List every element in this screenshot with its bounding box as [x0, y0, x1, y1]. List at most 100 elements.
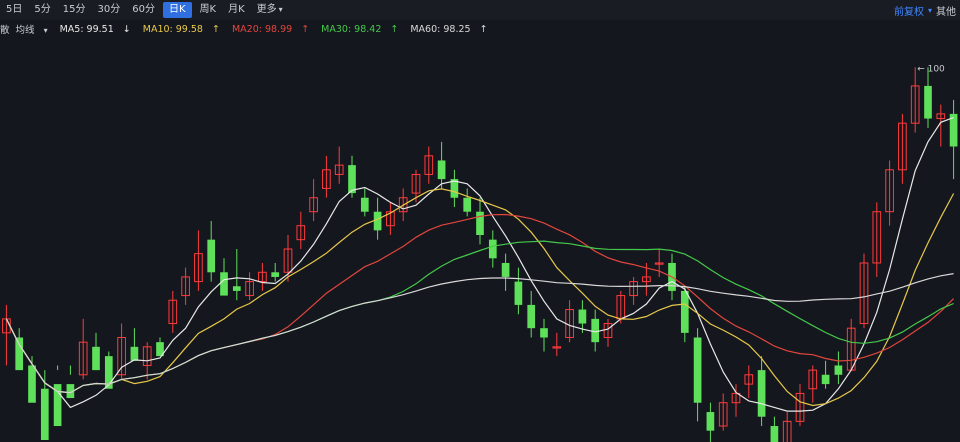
other-menu[interactable]: 其他 [932, 3, 960, 18]
candle [322, 155, 331, 198]
candle-body [924, 85, 932, 119]
candle [488, 230, 497, 268]
candle [181, 267, 190, 305]
candle [885, 160, 894, 226]
candle-body [834, 365, 843, 375]
candle-body [373, 211, 382, 231]
candle [168, 290, 178, 333]
candle [463, 188, 472, 217]
indicator-prefix: 散 [0, 25, 10, 36]
candle [78, 318, 88, 380]
candle-body [591, 318, 600, 343]
candle [757, 356, 766, 427]
ma10-value: MA10: 99.58 ↑ [143, 24, 226, 35]
ma20-text: MA20: 98.99 [231, 23, 293, 35]
candle-body [463, 197, 472, 212]
candle-body [130, 346, 139, 361]
right-tools: 前复权 ▾ 其他 [890, 0, 960, 20]
adjust-select[interactable]: 前复权 [890, 3, 928, 18]
candle-body [437, 160, 446, 180]
candle [565, 300, 574, 343]
candle [540, 318, 548, 352]
candle [603, 318, 613, 347]
tab-60min[interactable]: 60分 [126, 2, 161, 18]
ma5-text: MA5: 99.51 [59, 23, 114, 35]
chevron-down-icon: ▾ [278, 5, 283, 14]
arrow-down-icon: ↓ [122, 23, 131, 35]
period-toolbar: 5日 5分 15分 30分 60分 日K 周K 月K 更多 ▾ 前复权 ▾ 其他 [0, 0, 960, 20]
candle [2, 304, 11, 366]
candle-body [348, 165, 356, 194]
candle [706, 402, 715, 442]
candle [924, 67, 932, 128]
tab-5day[interactable]: 5日 [0, 2, 28, 18]
candle [92, 332, 100, 371]
candle [220, 258, 228, 296]
candle [821, 360, 830, 389]
candle [309, 179, 318, 222]
candle [527, 290, 536, 338]
ma20-value: MA20: 98.99 ↑ [232, 24, 315, 35]
arrow-up-icon: ↑ [479, 23, 488, 35]
candle [744, 365, 754, 399]
candle [718, 393, 728, 431]
candle [795, 384, 805, 427]
candle [872, 202, 882, 277]
candle [296, 211, 306, 249]
candle-body [232, 286, 241, 291]
candle-body [220, 272, 228, 296]
candle-body [476, 211, 484, 236]
indicator-label: 均线 [15, 25, 35, 36]
candle [782, 412, 792, 442]
tab-more[interactable]: 更多 ▾ [251, 2, 289, 18]
candle [552, 332, 562, 357]
tab-15min[interactable]: 15分 [57, 2, 92, 18]
candle [629, 276, 638, 305]
candle [450, 169, 459, 208]
max-price-label: ← 100 [917, 64, 945, 74]
candle [194, 230, 203, 291]
ma-legend: 散 均线 ▾ MA5: 99.51 ↓ MA10: 99.58 ↑ MA20: … [0, 20, 960, 38]
candle [859, 253, 869, 329]
indicator-select[interactable]: 均线 ▾ [16, 22, 54, 36]
candle [770, 416, 779, 442]
candle [348, 155, 356, 198]
candle [846, 318, 856, 371]
candle [207, 221, 216, 282]
candle-body [757, 370, 766, 417]
candle [898, 113, 907, 184]
candle-body [92, 346, 100, 371]
tab-month-k[interactable]: 月K [222, 2, 251, 18]
candle [386, 202, 395, 236]
candle-body [28, 365, 36, 403]
candle-body [40, 388, 49, 440]
candle [232, 248, 241, 301]
candle-body [207, 239, 216, 273]
tab-week-k[interactable]: 周K [194, 2, 223, 18]
candle [334, 146, 344, 184]
candle [40, 370, 49, 440]
tab-30min[interactable]: 30分 [91, 2, 126, 18]
tab-5min[interactable]: 5分 [28, 2, 56, 18]
candle-body [527, 304, 536, 329]
ma60-text: MA60: 98.25 [410, 23, 471, 35]
candle [501, 253, 510, 291]
candle [245, 272, 254, 301]
candle [834, 351, 843, 385]
candle-body [706, 412, 715, 431]
candlestick-chart[interactable]: ← 100 [0, 38, 960, 442]
ma30-text: MA30: 98.42 [321, 23, 382, 35]
tab-day-k[interactable]: 日K [162, 2, 192, 18]
arrow-up-icon: ↑ [211, 23, 220, 35]
ma5-value: MA5: 99.51 ↓ [60, 24, 137, 35]
candle-body [514, 281, 523, 305]
candle [514, 267, 523, 315]
candle-body [770, 426, 779, 442]
candle-body [578, 309, 587, 324]
ma10-text: MA10: 99.58 [142, 23, 203, 35]
chevron-down-icon: ▾ [43, 26, 48, 35]
ma60-line [5, 273, 954, 394]
candle [258, 262, 267, 291]
arrow-up-icon: ↑ [390, 23, 399, 35]
candle [360, 188, 369, 217]
